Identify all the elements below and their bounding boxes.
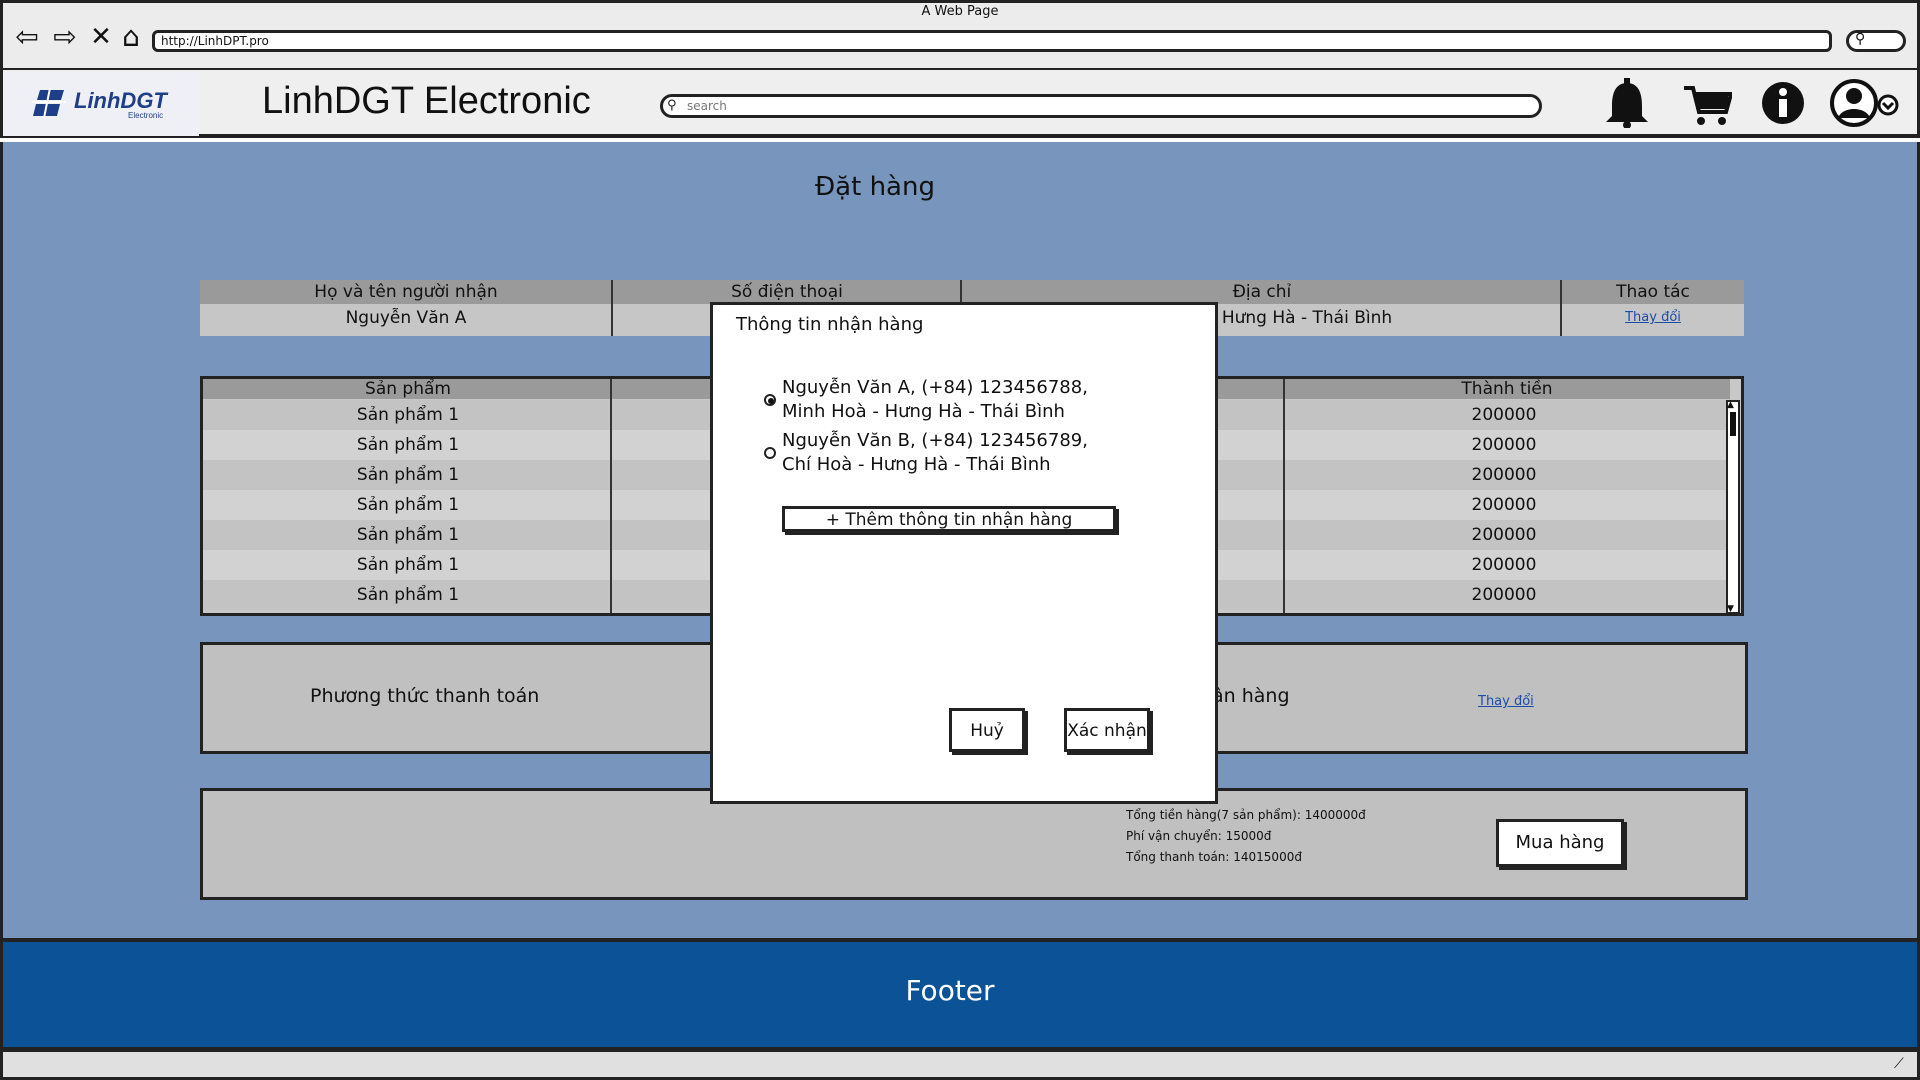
product-name: Sản phẩm 1	[356, 585, 460, 605]
forward-icon[interactable]: ⇨	[50, 22, 80, 52]
column-divider	[610, 379, 612, 613]
product-line-total: 200000	[1471, 555, 1537, 575]
logo-mark-icon	[32, 88, 66, 118]
user-avatar-icon[interactable]	[1830, 78, 1900, 128]
search-icon: ⚲	[1855, 31, 1866, 47]
product-name: Sản phẩm 1	[356, 525, 460, 545]
cancel-button[interactable]: Huỷ	[949, 708, 1025, 752]
product-line-total: 200000	[1471, 465, 1537, 485]
address-option-1-line2: Minh Hoà - Hưng Hà - Thái Bình	[782, 401, 1065, 422]
add-shipping-info-button[interactable]: + Thêm thông tin nhận hàng	[782, 506, 1116, 532]
address-option-2-line2: Chí Hoà - Hưng Hà - Thái Bình	[782, 454, 1051, 475]
product-name: Sản phẩm 1	[356, 495, 460, 515]
footer-text: Footer	[905, 974, 995, 1007]
product-line-total: 200000	[1471, 405, 1537, 425]
browser-search-field[interactable]: ⚲	[1846, 30, 1906, 52]
address-option-1-radio[interactable]	[764, 394, 776, 406]
column-divider	[1560, 280, 1562, 336]
column-divider	[1283, 379, 1285, 613]
dialog-title: Thông tin nhận hàng	[736, 314, 924, 335]
header-line-total: Thành tiền	[1461, 379, 1553, 399]
home-icon[interactable]: ⌂	[116, 22, 146, 52]
search-input[interactable]: ⚲ search	[660, 94, 1542, 118]
scrollbar-thumb[interactable]	[1730, 412, 1736, 436]
search-placeholder: search	[687, 99, 727, 113]
header-product: Sản phẩm	[365, 379, 451, 399]
window-title: A Web Page	[921, 4, 999, 19]
back-icon[interactable]: ⇦	[12, 22, 42, 52]
site-title: LinhDGT Electronic	[262, 80, 591, 122]
shipping-fee: Phí vận chuyển: 15000đ	[1126, 829, 1272, 843]
address-option-2[interactable]: Nguyễn Văn B, (+84) 123456789, Chí Hoà -…	[782, 429, 1088, 477]
logo-subtext: Electronic	[128, 111, 164, 120]
cart-icon[interactable]	[1684, 78, 1732, 128]
product-table-scrollbar[interactable]: ▲ ▼	[1726, 400, 1740, 614]
resize-grip-icon[interactable]: ⟋	[1894, 1056, 1904, 1072]
product-line-total: 200000	[1471, 585, 1537, 605]
address-option-1-line1: Nguyễn Văn A, (+84) 123456788,	[782, 377, 1088, 398]
header-recipient-name: Họ và tên người nhận	[200, 280, 612, 304]
header-action: Thao tác	[1562, 280, 1744, 304]
product-name: Sản phẩm 1	[356, 435, 460, 455]
scroll-up-icon[interactable]: ▲	[1727, 400, 1734, 410]
change-recipient-link[interactable]: Thay đổi	[1625, 310, 1681, 325]
browser-status-bar	[0, 1050, 1920, 1080]
bell-icon[interactable]	[1604, 78, 1650, 128]
grand-total: Tổng thanh toán: 14015000đ	[1126, 850, 1302, 864]
page-title: Đặt hàng	[815, 172, 935, 202]
scroll-down-icon[interactable]: ▼	[1727, 604, 1734, 614]
column-divider	[611, 280, 613, 336]
address-bar[interactable]: http://LinhDPT.pro	[152, 30, 1832, 52]
product-line-total: 200000	[1471, 525, 1537, 545]
product-name: Sản phẩm 1	[356, 555, 460, 575]
recipient-name: Nguyễn Văn A	[200, 305, 612, 331]
header-address: Địa chỉ	[962, 280, 1562, 304]
buy-button[interactable]: Mua hàng	[1496, 819, 1624, 867]
product-name: Sản phẩm 1	[356, 405, 460, 425]
goods-total: Tổng tiền hàng(7 sản phẩm): 1400000đ	[1126, 808, 1366, 822]
info-icon[interactable]	[1760, 78, 1806, 128]
product-name: Sản phẩm 1	[356, 465, 460, 485]
payment-method-label: Phương thức thanh toán	[310, 685, 540, 707]
product-line-total: 200000	[1471, 435, 1537, 455]
address-option-1[interactable]: Nguyễn Văn A, (+84) 123456788, Minh Hoà …	[782, 376, 1088, 424]
product-line-total: 200000	[1471, 495, 1537, 515]
confirm-button[interactable]: Xác nhận	[1064, 708, 1150, 752]
stop-icon[interactable]: ✕	[86, 22, 116, 52]
search-icon: ⚲	[667, 98, 677, 113]
address-option-2-radio[interactable]	[764, 447, 776, 459]
header-phone: Số điện thoại	[612, 280, 962, 304]
shipping-method-label: ận hàng	[1212, 685, 1290, 707]
change-payment-link[interactable]: Thay đổi	[1478, 694, 1534, 709]
address-option-2-line1: Nguyễn Văn B, (+84) 123456789,	[782, 430, 1088, 451]
